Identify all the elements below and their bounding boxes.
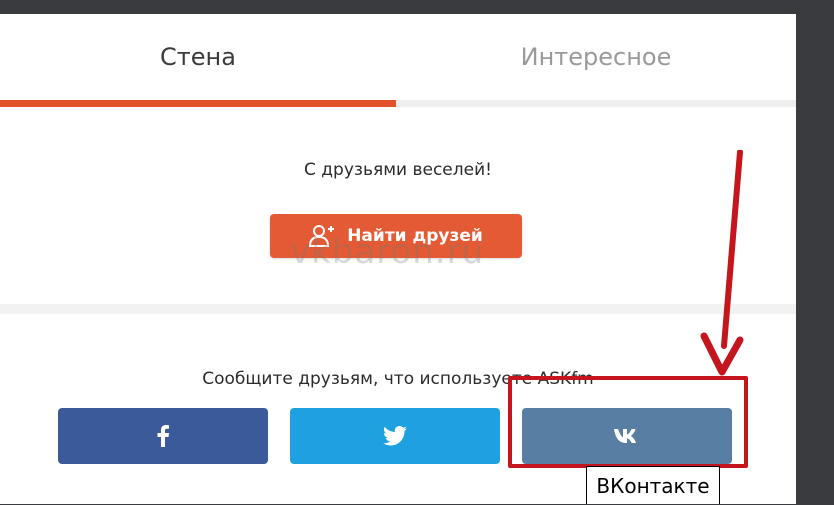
share-twitter-button[interactable] bbox=[290, 408, 500, 464]
arrow-icon bbox=[700, 150, 744, 376]
vk-highlight-box bbox=[508, 376, 748, 468]
watermark: vkbaron.ru bbox=[290, 232, 485, 272]
section-divider bbox=[0, 304, 796, 314]
active-tab-indicator bbox=[0, 100, 396, 107]
friends-message: С друзьями веселей! bbox=[304, 160, 492, 180]
share-facebook-button[interactable] bbox=[58, 408, 268, 464]
tab-interesting[interactable]: Интересное bbox=[396, 14, 796, 100]
tab-wall[interactable]: Стена bbox=[0, 14, 396, 100]
vk-caption: ВКонтакте bbox=[586, 466, 720, 504]
facebook-icon bbox=[156, 425, 170, 447]
twitter-icon bbox=[383, 426, 407, 446]
